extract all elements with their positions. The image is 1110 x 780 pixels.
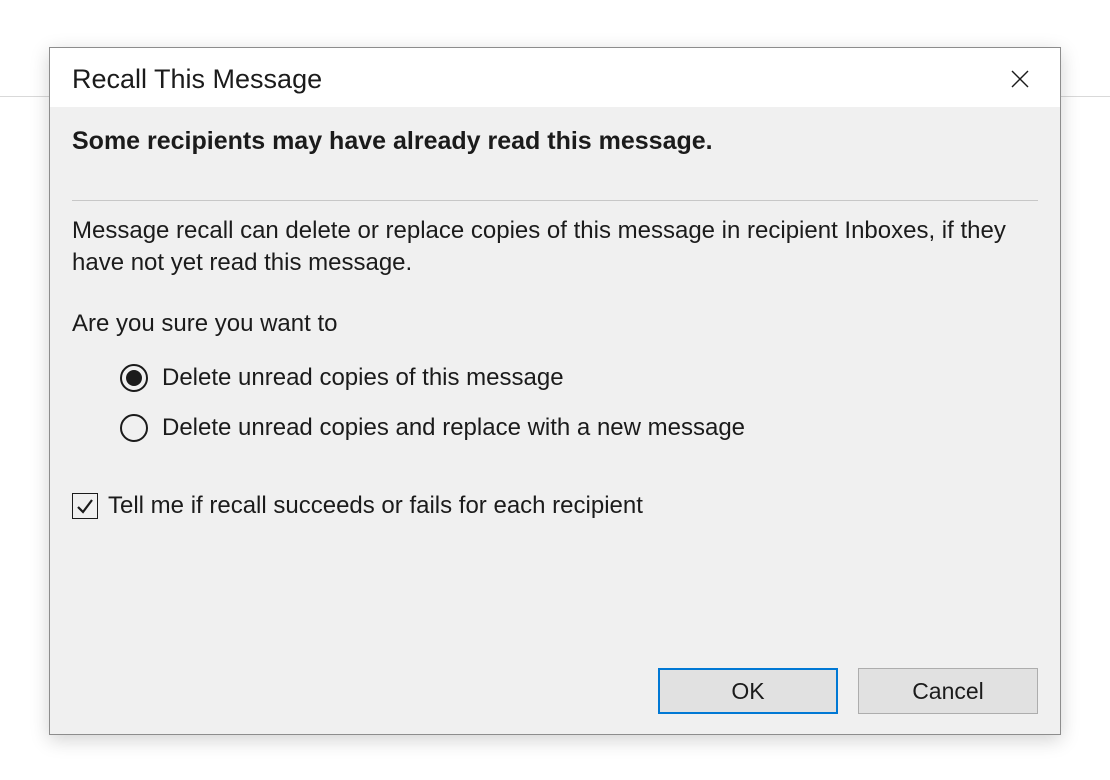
close-button[interactable] <box>1002 61 1038 97</box>
dialog-buttons: OK Cancel <box>72 668 1038 714</box>
divider <box>72 200 1038 201</box>
option-label: Delete unread copies of this message <box>162 364 564 392</box>
dialog-heading: Some recipients may have already read th… <box>72 127 1038 156</box>
cancel-button[interactable]: Cancel <box>858 668 1038 714</box>
dialog-body: Some recipients may have already read th… <box>50 107 1060 734</box>
radio-icon <box>120 364 148 392</box>
checkbox-label: Tell me if recall succeeds or fails for … <box>108 492 643 520</box>
ok-button[interactable]: OK <box>658 668 838 714</box>
dialog-description: Message recall can delete or replace cop… <box>72 215 1038 280</box>
radio-selected-dot <box>126 370 142 386</box>
option-label: Delete unread copies and replace with a … <box>162 414 745 442</box>
dialog-prompt: Are you sure you want to <box>72 310 1038 338</box>
dialog-titlebar: Recall This Message <box>50 48 1060 107</box>
dialog-title: Recall This Message <box>72 64 322 95</box>
radio-icon <box>120 414 148 442</box>
recall-message-dialog: Recall This Message Some recipients may … <box>49 47 1061 735</box>
checkmark-icon <box>75 496 95 516</box>
option-delete-and-replace[interactable]: Delete unread copies and replace with a … <box>120 414 1038 442</box>
recall-options: Delete unread copies of this message Del… <box>120 364 1038 464</box>
option-delete-unread[interactable]: Delete unread copies of this message <box>120 364 1038 392</box>
checkbox-icon <box>72 493 98 519</box>
close-icon <box>1010 69 1030 89</box>
notify-checkbox-row[interactable]: Tell me if recall succeeds or fails for … <box>72 492 1038 520</box>
